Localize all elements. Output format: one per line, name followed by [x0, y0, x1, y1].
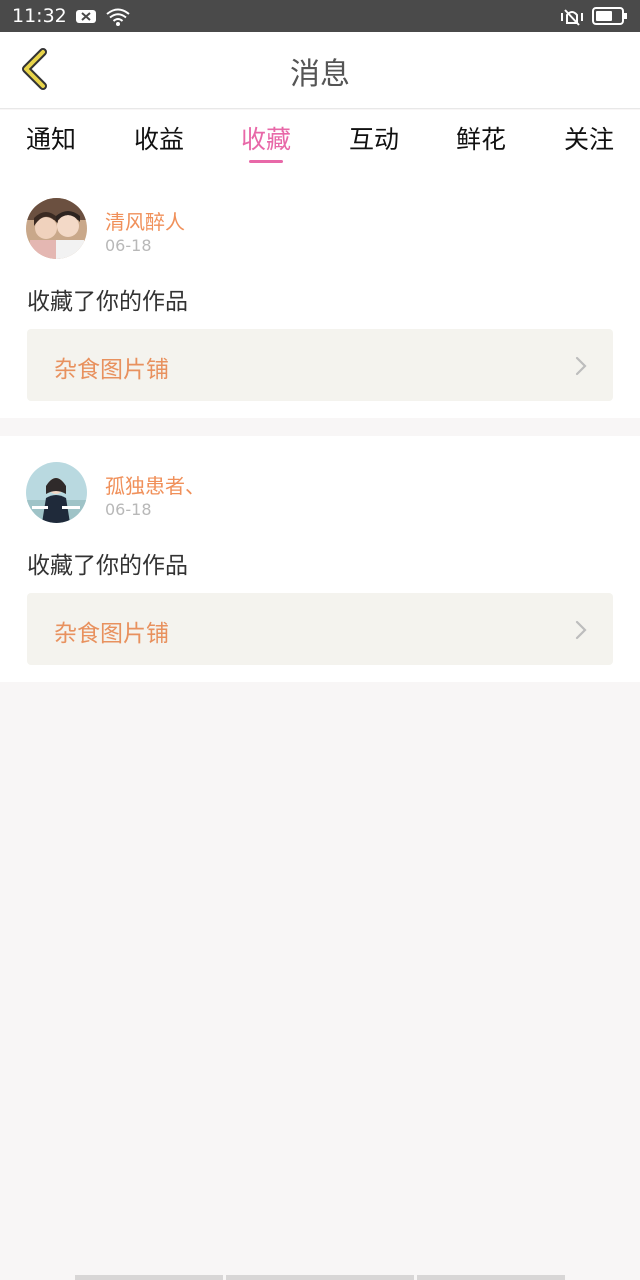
- page-title: 消息: [290, 56, 350, 92]
- username[interactable]: 孤独患者、: [105, 470, 205, 499]
- work-link[interactable]: 杂食图片铺: [27, 329, 613, 401]
- tab-interactions[interactable]: 互动: [334, 120, 414, 166]
- message-card: 清风醉人 06-18 收藏了你的作品 杂食图片铺: [0, 176, 640, 418]
- work-title: 杂食图片铺: [54, 357, 169, 383]
- message-card: 孤独患者、 06-18 收藏了你的作品 杂食图片铺: [0, 436, 640, 682]
- message-date: 06-18: [105, 500, 152, 519]
- tab-follows[interactable]: 关注: [549, 120, 629, 166]
- tab-notifications[interactable]: 通知: [11, 120, 91, 166]
- chevron-right-icon: [573, 355, 589, 377]
- tab-label: 通知: [25, 125, 76, 154]
- work-title: 杂食图片铺: [54, 621, 169, 647]
- back-button[interactable]: [12, 46, 56, 96]
- tab-label: 收益: [133, 125, 184, 154]
- chevron-left-icon: [17, 46, 51, 96]
- chevron-right-icon: [573, 619, 589, 641]
- status-time: 11:32: [12, 5, 67, 27]
- tab-earnings[interactable]: 收益: [119, 120, 199, 166]
- message-text: 收藏了你的作品: [27, 553, 188, 579]
- tab-label: 互动: [348, 125, 399, 154]
- message-date: 06-18: [105, 236, 152, 255]
- active-tab-indicator: [249, 160, 283, 163]
- avatar[interactable]: [26, 198, 87, 259]
- tab-label: 关注: [563, 125, 614, 154]
- work-link[interactable]: 杂食图片铺: [27, 593, 613, 665]
- header: 消息: [0, 32, 640, 109]
- avatar[interactable]: [26, 462, 87, 523]
- nav-bar-indicator: [75, 1275, 223, 1280]
- vibrate-icon: [560, 7, 583, 26]
- tab-favorites[interactable]: 收藏: [226, 120, 306, 166]
- tab-bar: 通知 收益 收藏 互动 鲜花 关注: [0, 110, 640, 176]
- nav-bar-indicator: [226, 1275, 414, 1280]
- message-text: 收藏了你的作品: [27, 289, 188, 315]
- tab-label: 鲜花: [455, 125, 506, 154]
- status-bar: 11:32: [0, 0, 640, 32]
- tab-label: 收藏: [240, 125, 291, 154]
- battery-icon: [592, 6, 628, 26]
- tab-flowers[interactable]: 鲜花: [441, 120, 521, 166]
- wifi-icon: [105, 7, 130, 26]
- nav-bar-indicator: [417, 1275, 565, 1280]
- notification-x-icon: [75, 7, 97, 25]
- username[interactable]: 清风醉人: [105, 206, 185, 235]
